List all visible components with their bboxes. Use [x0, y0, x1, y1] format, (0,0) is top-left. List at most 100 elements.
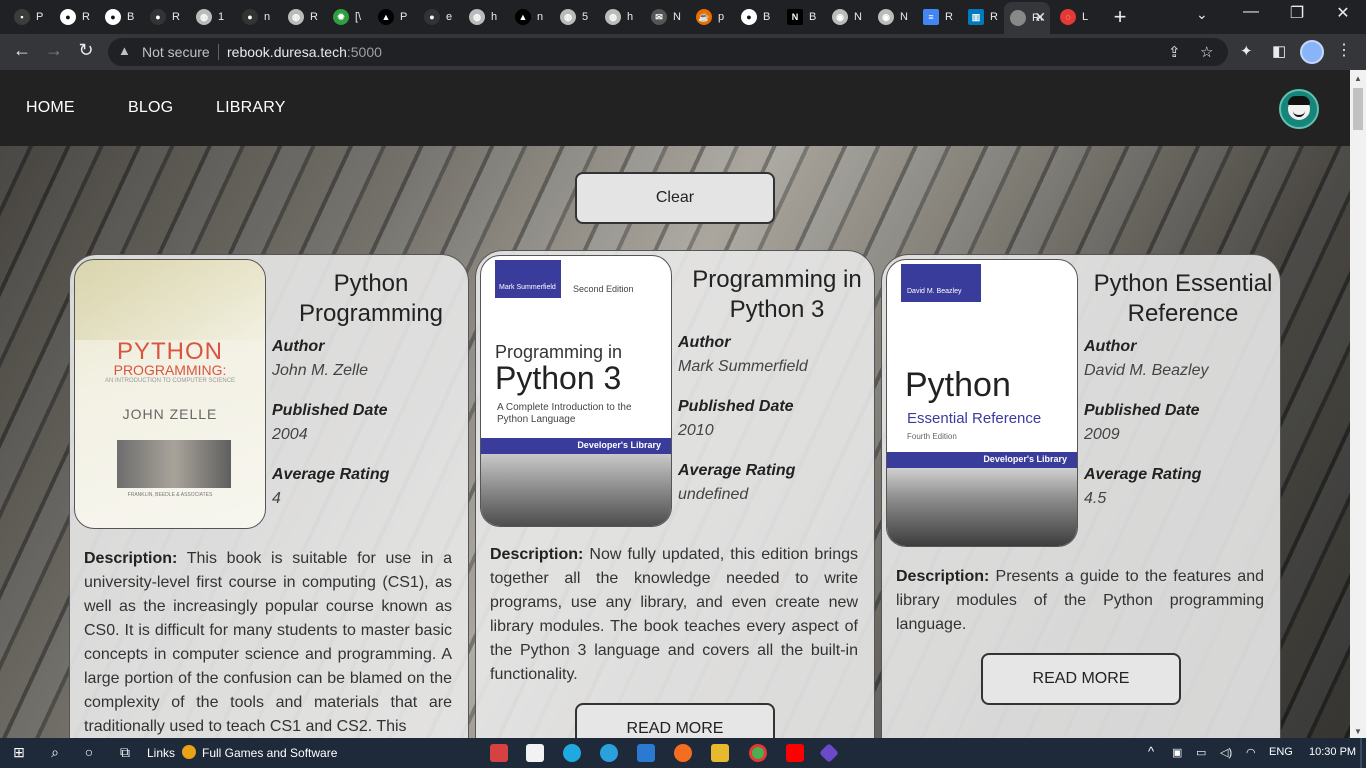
author-label: Author: [272, 338, 325, 355]
browser-tab[interactable]: ▲ P: [372, 5, 412, 29]
read-more-button[interactable]: READ MORE: [575, 703, 775, 738]
clock[interactable]: 10:30 PM: [1309, 746, 1356, 758]
bookmark-star-icon[interactable]: ☆: [1200, 43, 1213, 61]
github-icon: ●: [424, 9, 440, 25]
windows-start-icon[interactable]: ⊞: [8, 744, 30, 761]
browser-tab[interactable]: ▥ R: [962, 5, 1002, 29]
firefox-app-icon[interactable]: [674, 744, 692, 762]
search-icon[interactable]: ⌕: [44, 744, 66, 761]
chrome-app-icon[interactable]: [749, 744, 767, 762]
file-explorer-icon[interactable]: [711, 744, 729, 762]
browser-tab[interactable]: ◌ L: [1054, 5, 1094, 29]
app-icon: ▪: [14, 9, 30, 25]
minimize-icon[interactable]: —: [1228, 3, 1274, 21]
close-tab-icon[interactable]: ✕: [1034, 9, 1046, 26]
restore-icon[interactable]: ❐: [1274, 3, 1320, 23]
scroll-up-icon[interactable]: ▲: [1354, 74, 1362, 83]
browser-tab[interactable]: ◍ 5: [554, 5, 594, 29]
scroll-thumb[interactable]: [1353, 88, 1363, 130]
language-indicator[interactable]: ENG: [1269, 746, 1293, 758]
url-text[interactable]: rebook.duresa.tech:5000: [227, 44, 382, 60]
battery-icon[interactable]: ▭: [1196, 746, 1206, 759]
browser-tab[interactable]: ≡ R: [917, 5, 957, 29]
browser-tab[interactable]: ● R: [144, 5, 184, 29]
avatar-face-icon: [1288, 96, 1310, 120]
wifi-icon[interactable]: ◠: [1246, 746, 1256, 759]
browser-tab[interactable]: ◉ N: [826, 5, 866, 29]
browser-tab[interactable]: ● B: [99, 5, 139, 29]
forward-icon[interactable]: →: [42, 40, 66, 61]
browser-tab[interactable]: ◍ h: [599, 5, 639, 29]
browser-tab[interactable]: ◍ R: [282, 5, 322, 29]
nav-blog-link[interactable]: BLOG: [128, 99, 173, 117]
fgs-icon: [182, 745, 196, 759]
read-more-button[interactable]: READ MORE: [981, 653, 1181, 705]
browser-tab[interactable]: ▲ n: [509, 5, 549, 29]
links-toolbar[interactable]: Links: [147, 746, 175, 760]
page-scrollbar[interactable]: ▲ ▼: [1350, 70, 1366, 738]
browser-tab[interactable]: ◉ N: [872, 5, 912, 29]
wps-app-icon[interactable]: [490, 744, 508, 762]
task-view-icon[interactable]: ⧉: [114, 744, 136, 761]
published-value: 2010: [678, 422, 714, 439]
fgs-link[interactable]: Full Games and Software: [202, 746, 337, 760]
book-cover-image[interactable]: PYTHON PROGRAMMING: AN INTRODUCTION TO C…: [74, 259, 266, 529]
close-window-icon[interactable]: ✕: [1320, 3, 1366, 23]
edge-app-icon[interactable]: [563, 744, 581, 762]
user-avatar[interactable]: [1279, 89, 1319, 129]
youtube-app-icon[interactable]: [786, 744, 804, 762]
book-cover-image[interactable]: David M. Beazley Python Essential Refere…: [886, 259, 1078, 547]
java-icon: ☕: [696, 9, 712, 25]
back-icon[interactable]: ←: [10, 40, 34, 61]
cover-author-band: [495, 260, 561, 298]
nav-home-link[interactable]: HOME: [26, 99, 75, 117]
rating-field: Average Rating 4: [272, 465, 462, 509]
browser-tab[interactable]: ● B: [735, 5, 775, 29]
browser-tab[interactable]: ● e: [418, 5, 458, 29]
volume-icon[interactable]: ◁): [1220, 746, 1232, 759]
meet-now-icon[interactable]: ▣: [1172, 746, 1182, 759]
cortana-icon[interactable]: ○: [78, 744, 100, 760]
browser-tab[interactable]: ✉ N: [645, 5, 685, 29]
profile-avatar-icon[interactable]: [1300, 40, 1324, 64]
browser-tab-label: L: [1082, 11, 1089, 23]
dev-app-icon[interactable]: [819, 743, 839, 763]
address-bar[interactable]: ▲ Not secure rebook.duresa.tech:5000 ⇪ ☆: [108, 38, 1228, 66]
browser-tab[interactable]: ▪ P: [8, 5, 48, 29]
menu-kebab-icon[interactable]: ⋮: [1336, 40, 1352, 60]
rating-value: undefined: [678, 486, 749, 503]
rating-label: Average Rating: [272, 466, 390, 483]
warning-icon: ▲: [118, 43, 131, 58]
browser-tab[interactable]: Re✕: [1004, 2, 1050, 34]
browser-tab[interactable]: ◍ h: [463, 5, 503, 29]
telegram-app-icon[interactable]: [600, 744, 618, 762]
browser-tab[interactable]: ● n: [236, 5, 276, 29]
book-cover-image[interactable]: Mark Summerfield Second Edition Programm…: [480, 255, 672, 527]
browser-tab-label: n: [264, 11, 271, 23]
clear-button[interactable]: Clear: [575, 172, 775, 224]
extensions-icon[interactable]: ✦: [1240, 42, 1253, 60]
share-icon[interactable]: ⇪: [1168, 43, 1181, 61]
browser-tab[interactable]: ● R: [54, 5, 94, 29]
globe-icon: ◍: [196, 9, 212, 25]
reload-icon[interactable]: ↻: [74, 40, 98, 61]
cover-series: Developer's Library: [983, 454, 1067, 464]
globe-icon: ◍: [288, 9, 304, 25]
scroll-down-icon[interactable]: ▼: [1354, 727, 1362, 736]
browser-tab[interactable]: ☕ p: [690, 5, 730, 29]
mail-app-icon[interactable]: [637, 744, 655, 762]
description-label: Description:: [84, 550, 178, 567]
nav-library-link[interactable]: LIBRARY: [216, 99, 286, 117]
cover-author-band: [901, 264, 981, 302]
side-panel-icon[interactable]: ◧: [1272, 42, 1286, 60]
browser-tab[interactable]: ◍ 1: [190, 5, 230, 29]
author-value: David M. Beazley: [1084, 362, 1209, 379]
new-tab-button[interactable]: +: [1108, 4, 1132, 30]
browser-tab[interactable]: ✹ [\: [327, 5, 367, 29]
tray-chevron-icon[interactable]: ^: [1148, 744, 1154, 759]
show-desktop[interactable]: [1360, 738, 1362, 768]
description-label: Description:: [896, 568, 990, 585]
tab-search-icon[interactable]: ⌄: [1196, 6, 1208, 23]
browser-tab[interactable]: NB: [781, 5, 821, 29]
store-app-icon[interactable]: [526, 744, 544, 762]
